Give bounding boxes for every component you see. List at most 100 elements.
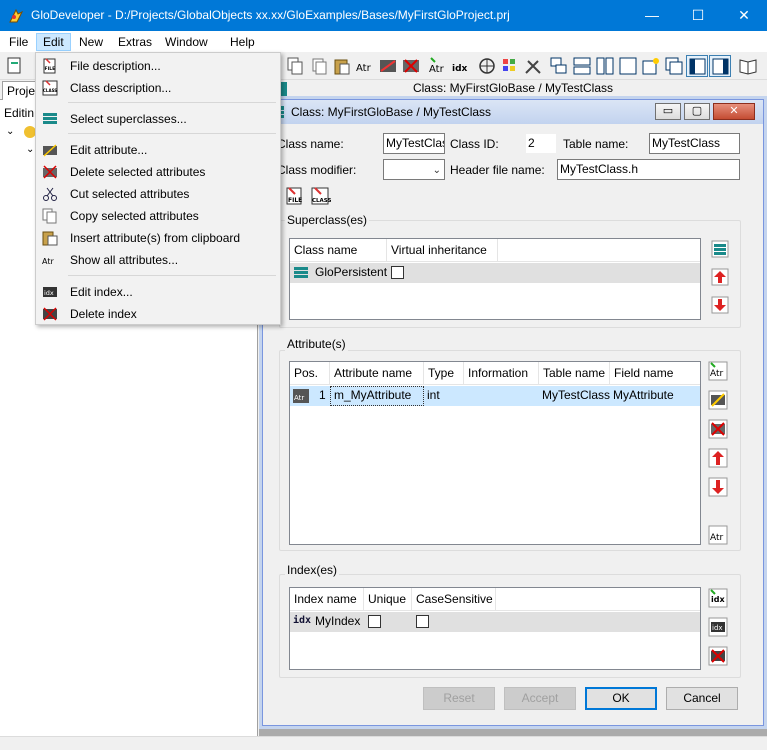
attribute-type: int [427,388,440,402]
column-header-index-name[interactable]: Index name [290,588,364,611]
chevron-down-icon: ⌄ [432,165,441,176]
menu-file[interactable]: File [3,33,34,51]
menu-extras[interactable]: Extras [112,33,158,51]
delete-attribute-icon[interactable] [707,418,729,440]
superclass-grid[interactable]: Class name Virtual inheritance GloPersis… [289,238,701,320]
table-name-input[interactable]: MyTestClass [649,133,740,154]
attributes-grid[interactable]: Pos. Attribute name Type Information Tab… [289,361,701,545]
menu-item-select-superclasses[interactable]: Select superclasses... [38,108,278,130]
menu-new[interactable]: New [73,33,109,51]
move-up-icon[interactable] [709,266,731,288]
ok-button[interactable]: OK [585,687,657,710]
maximize-button[interactable]: ☐ [675,0,721,31]
cancel-button[interactable]: Cancel [666,687,738,710]
header-file-input[interactable]: MyTestClass.h [557,159,740,180]
toolbar-copy2-icon[interactable] [308,55,330,77]
unique-checkbox[interactable] [368,615,381,628]
menu-item-insert-attributes[interactable]: Insert attribute(s) from clipboard [38,227,278,249]
move-down-icon[interactable] [709,294,731,316]
toolbar-left-pane-icon[interactable] [686,55,708,77]
menu-item-cut-attributes[interactable]: Cut selected attributes [38,183,278,205]
close-button[interactable]: ✕ [721,0,767,31]
toolbar-tile-h-icon[interactable] [571,55,593,77]
toolbar-globe-icon[interactable] [476,55,498,77]
virtual-inheritance-checkbox[interactable] [391,266,404,279]
index-icon: idx [293,615,312,626]
toolbar-new-icon[interactable] [4,55,26,77]
column-header-information[interactable]: Information [464,362,539,385]
file-description-icon[interactable]: FILE [283,185,305,207]
toolbar-newwin-icon[interactable] [640,55,662,77]
menu-item-delete-index[interactable]: Delete index [38,303,278,325]
table-row[interactable]: Atr 1 m_MyAttribute int MyTestClass MyAt… [290,386,700,406]
class-id-input[interactable]: 2 [525,133,557,154]
toolbar-show-attributes-icon[interactable]: Atr [354,55,376,77]
menu-item-file-description[interactable]: FILE File description... [38,55,278,77]
toolbar-copy-icon[interactable] [284,55,306,77]
toolbar-cascade-icon[interactable] [548,55,570,77]
column-header-virtual[interactable]: Virtual inheritance [387,239,498,262]
menu-item-edit-attribute[interactable]: Edit attribute... [38,139,278,161]
attributes-group-label: Attribute(s) [285,337,348,351]
toolbar-window-icon[interactable] [617,55,639,77]
class-modifier-select[interactable]: ⌄ [383,159,445,180]
edit-menu-dropdown: FILE File description... CLASS Class des… [35,52,281,325]
menu-help[interactable]: Help [224,33,261,51]
menu-item-copy-attributes[interactable]: Copy selected attributes [38,205,278,227]
edit-index-icon[interactable]: idx [707,616,729,638]
class-description-icon[interactable]: CLASS [309,185,332,207]
child-close-button[interactable]: ✕ [713,103,755,120]
select-superclass-icon[interactable] [709,238,731,260]
menu-item-edit-index[interactable]: idx Edit index... [38,281,278,303]
toolbar-paste-icon[interactable] [331,55,353,77]
column-header-class-name[interactable]: Class name [290,239,387,262]
menu-edit[interactable]: Edit [36,33,71,51]
table-row[interactable]: GloPersistent [290,263,700,283]
toolbar-grid-icon[interactable] [499,55,521,77]
table-row[interactable]: idx MyIndex [290,612,700,632]
column-header-table-name[interactable]: Table name [539,362,610,385]
class-name-input[interactable]: MyTestClass [383,133,445,154]
delete-index-icon[interactable] [707,645,729,667]
attribute-down-icon[interactable] [707,476,729,498]
new-index-icon[interactable]: idx [707,587,729,609]
scissors-icon [42,186,58,202]
title-bar: GloDeveloper - D:/Projects/GlobalObjects… [0,0,767,31]
tree-expand-icon[interactable]: ⌄ [6,126,14,137]
minimize-button[interactable]: — [629,0,675,31]
toolbar-tools-icon[interactable] [522,55,544,77]
toolbar-right-pane-icon[interactable] [709,55,731,77]
column-header-type[interactable]: Type [424,362,464,385]
menu-item-delete-attributes[interactable]: Delete selected attributes [38,161,278,183]
svg-text:idx: idx [452,64,468,74]
accept-button[interactable]: Accept [504,687,576,710]
toolbar-tile-v-icon[interactable] [594,55,616,77]
menu-item-class-description[interactable]: CLASS Class description... [38,77,278,99]
reset-button[interactable]: Reset [423,687,495,710]
column-header-pos[interactable]: Pos. [290,362,330,385]
toolbar-windows-icon[interactable] [663,55,685,77]
tree-child-expand-icon[interactable]: ⌄ [26,144,34,155]
toolbar-new-attr-icon[interactable]: Atr [426,55,448,77]
column-header-field-name[interactable]: Field name [610,362,700,385]
show-all-attributes-icon[interactable]: Atr [707,524,729,546]
toolbar-delete-attr-icon[interactable] [400,55,422,77]
column-header-attribute-name[interactable]: Attribute name [330,362,424,385]
app-icon [8,8,24,24]
menu-item-show-all-attributes[interactable]: Atr Show all attributes... [38,249,278,271]
toolbar-edit-attr-icon[interactable] [377,55,399,77]
class-modifier-label: Class modifier: [277,163,357,177]
child-maximize-button[interactable]: ▢ [684,103,710,120]
toolbar-help-book-icon[interactable] [737,55,759,77]
column-header-unique[interactable]: Unique [364,588,412,611]
column-header-case-sensitive[interactable]: CaseSensitive [412,588,496,611]
toolbar-index-icon[interactable]: idx [449,55,471,77]
menu-window[interactable]: Window [159,33,214,51]
case-sensitive-checkbox[interactable] [416,615,429,628]
index-grid[interactable]: Index name Unique CaseSensitive idx MyIn… [289,587,701,670]
attribute-name[interactable]: m_MyAttribute [330,386,424,406]
edit-attribute-icon[interactable] [707,389,729,411]
child-minimize-button[interactable]: ▭ [655,103,681,120]
attribute-up-icon[interactable] [707,447,729,469]
new-attribute-icon[interactable]: Atr [707,360,729,382]
